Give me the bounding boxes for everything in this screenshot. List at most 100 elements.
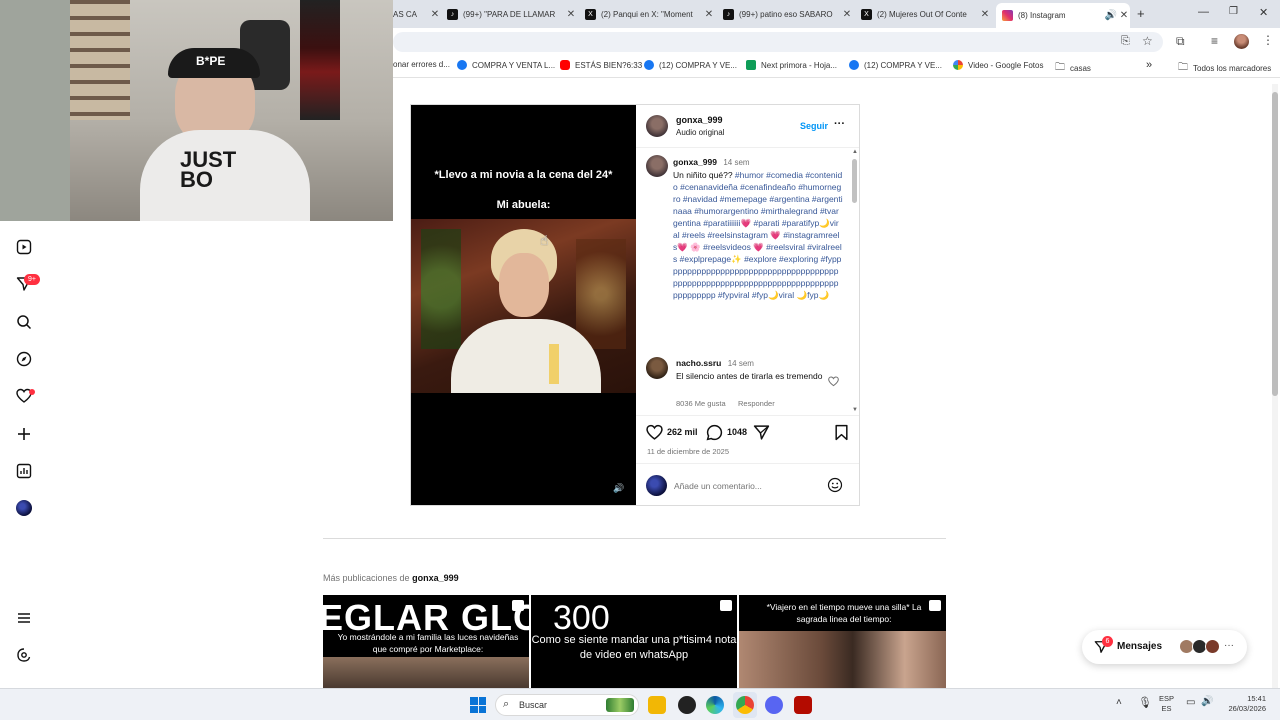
comment-likes[interactable]: 8036 Me gusta (676, 399, 726, 408)
file-explorer-icon[interactable] (648, 696, 666, 714)
page-scrollbar[interactable] (1272, 84, 1278, 688)
bookmark-item[interactable]: Next primora - Hoja... (746, 60, 837, 70)
star-icon[interactable]: ☆ (1142, 34, 1153, 48)
window-close-icon[interactable]: ✕ (1259, 6, 1268, 19)
share-icon[interactable] (753, 424, 770, 446)
kebab-menu-icon[interactable]: ⋮ (1262, 33, 1274, 47)
audio-label[interactable]: Audio original (676, 128, 724, 137)
browser-tab-active[interactable]: (8) Instagram 🔊 ✕ (996, 3, 1130, 28)
thumb-caption: Yo mostrándole a mi familia las luces na… (337, 632, 519, 654)
acrobat-icon[interactable] (794, 696, 812, 714)
edge-icon[interactable] (706, 696, 724, 714)
extensions-icon[interactable]: ⧉ (1176, 34, 1185, 49)
bookmarks-overflow[interactable]: » (1146, 59, 1152, 71)
browser-tab[interactable]: X (2) Mujeres Out Of Conte ✕ (861, 3, 991, 25)
tray-expand-icon[interactable]: ˄ (1116, 697, 1122, 708)
comments-count[interactable]: 1048 (727, 427, 747, 437)
save-icon[interactable] (834, 424, 849, 446)
post-thumbnail[interactable]: 300 Como se siente mandar una p*tisim4 n… (531, 595, 737, 688)
scrollbar-thumb[interactable] (1272, 92, 1278, 396)
browser-tab[interactable]: AS CA ✕ (393, 3, 441, 25)
minimize-icon[interactable]: — (1198, 6, 1209, 18)
taskbar-search[interactable]: ⌕ Buscar (495, 694, 639, 716)
language-indicator[interactable]: ESP ES (1159, 694, 1174, 714)
discord-icon[interactable] (765, 696, 783, 714)
author-avatar[interactable] (646, 115, 668, 137)
address-field[interactable] (393, 32, 1163, 52)
close-icon[interactable]: ✕ (703, 9, 715, 20)
clock[interactable]: 15:41 26/03/2026 (1226, 694, 1266, 714)
scroll-down-icon[interactable]: ▼ (852, 407, 858, 413)
browser-tab[interactable]: ♪ (99+) "PARA DE LLAMAR ✕ (447, 3, 577, 25)
bookmark-item[interactable]: Video - Google Fotos (953, 60, 1043, 70)
commenter-avatar[interactable] (646, 357, 668, 379)
tab-title: (99+) "PARA DE LLAMAR (463, 9, 556, 19)
comment-username[interactable]: nacho.ssru (676, 358, 721, 368)
emoji-icon[interactable] (827, 477, 843, 498)
volume-icon[interactable]: 🔊 (1201, 696, 1213, 707)
post-thumbnail[interactable]: EGLAR GLC Yo mostrándole a mi familia la… (323, 595, 529, 688)
menu-icon[interactable] (14, 608, 34, 628)
bookmark-item[interactable]: (12) COMPRA Y VE... (644, 60, 737, 70)
caption-username[interactable]: gonxa_999 (673, 157, 717, 167)
caption-time: 14 sem (723, 158, 750, 167)
close-icon[interactable]: ✕ (841, 9, 853, 20)
reel-icon (929, 600, 941, 611)
bookmark-item[interactable]: onar errores d... (393, 60, 450, 69)
bookmark-item[interactable]: (12) COMPRA Y VE... (849, 60, 942, 70)
profile-avatar[interactable] (14, 498, 34, 518)
reel-video[interactable]: *Llevo a mi novia a la cena del 24* Mi a… (411, 105, 636, 505)
close-icon[interactable]: ✕ (1118, 10, 1130, 21)
sheets-icon (746, 60, 756, 70)
comments-scroll-area[interactable]: gonxa_999 14 sem Un niñito qué?? #humor … (636, 149, 851, 415)
candle (549, 344, 559, 384)
reel-icon (512, 600, 524, 611)
search-icon[interactable] (14, 312, 34, 332)
scroll-up-icon[interactable]: ▲ (852, 149, 858, 155)
messages-button[interactable]: 6 Mensajes ··· (1082, 630, 1247, 664)
bookmark-item[interactable]: COMPRA Y VENTA L... (457, 60, 555, 70)
install-icon[interactable]: ⎘ (1121, 35, 1130, 48)
tiktok-icon: ♪ (447, 8, 458, 20)
caption-hashtags[interactable]: #humor #comedia #contenido #cenanavideña… (673, 170, 843, 300)
profile-avatar[interactable] (1234, 34, 1249, 49)
comment-input[interactable] (674, 478, 824, 494)
network-icon[interactable]: ▭ (1186, 697, 1195, 708)
author-username[interactable]: gonxa_999 (676, 115, 723, 125)
facebook-icon (644, 60, 654, 70)
dashboard-icon[interactable] (14, 461, 34, 481)
explore-icon[interactable] (14, 349, 34, 369)
threads-icon[interactable] (14, 645, 34, 665)
bookmark-item[interactable]: 🗀 casas (1055, 60, 1091, 77)
more-options-icon[interactable]: ··· (834, 118, 845, 130)
app-icon[interactable] (678, 696, 696, 714)
comments-scrollbar[interactable]: ▲ ▼ (851, 149, 858, 415)
close-icon[interactable]: ✕ (565, 9, 577, 20)
close-icon[interactable]: ✕ (979, 9, 991, 20)
reply-button[interactable]: Responder (738, 399, 775, 408)
author-avatar[interactable] (646, 155, 668, 177)
browser-tab[interactable]: ♪ (99+) patino eso SABARO ✕ (723, 3, 853, 25)
scrollbar-thumb[interactable] (852, 159, 857, 203)
comment-like-icon[interactable] (828, 374, 839, 392)
chrome-icon[interactable] (736, 696, 754, 714)
volume-icon[interactable]: 🔊 (613, 483, 624, 494)
comment-icon[interactable] (706, 424, 723, 446)
media-control-icon[interactable]: ≡ (1211, 34, 1218, 48)
restore-icon[interactable]: ❐ (1229, 6, 1238, 17)
browser-tab[interactable]: X (2) Panqui en X: "Moment ✕ (585, 3, 715, 25)
microphone-icon[interactable]: 🎙 (1138, 696, 1152, 709)
speaker-icon[interactable]: 🔊 (1104, 10, 1118, 21)
close-icon[interactable]: ✕ (429, 9, 441, 20)
follow-button[interactable]: Seguir (800, 121, 828, 131)
bookmark-item[interactable]: ESTÁS BIEN?6:33 (560, 60, 642, 70)
reels-icon[interactable] (14, 237, 34, 257)
create-icon[interactable] (14, 424, 34, 444)
start-icon[interactable] (470, 697, 486, 713)
all-bookmarks[interactable]: 🗀 Todos los marcadores (1178, 60, 1271, 77)
post-thumbnail[interactable]: *Viajero en el tiempo mueve una silla* L… (739, 595, 946, 688)
new-tab-button[interactable]: + (1137, 6, 1145, 21)
likes-count[interactable]: 262 mil (667, 427, 698, 437)
search-highlight-icon (606, 698, 634, 712)
like-icon[interactable] (646, 424, 663, 446)
